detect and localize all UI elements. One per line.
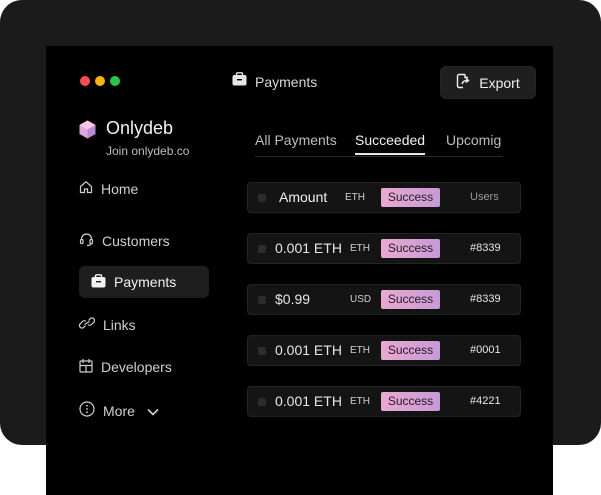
row-currency: ETH <box>350 396 370 407</box>
sidebar-item-payments[interactable]: Payments <box>79 266 209 298</box>
table-row[interactable]: $0.99 USD Success #8339 <box>247 284 521 315</box>
developers-icon <box>79 358 93 376</box>
row-user: #4221 <box>470 395 501 407</box>
row-checkbox[interactable] <box>258 296 266 304</box>
row-user: #8339 <box>470 242 501 254</box>
row-user: #8339 <box>470 293 501 305</box>
table-row[interactable]: 0.001 ETH ETH Success #4221 <box>247 386 521 417</box>
tab-bar: All Payments Succeeded Upcomig <box>255 132 503 158</box>
status-badge: Success <box>381 239 440 258</box>
home-icon <box>79 180 93 197</box>
chevron-down-icon <box>147 403 159 419</box>
more-icon <box>79 401 95 420</box>
page-title: Payments <box>255 73 318 90</box>
brand-name: Onlydeb <box>106 118 174 138</box>
export-icon <box>456 73 471 92</box>
briefcase-icon <box>91 273 106 291</box>
select-all-checkbox[interactable] <box>258 194 266 202</box>
tab-upcoming[interactable]: Upcomig <box>446 132 501 148</box>
row-checkbox[interactable] <box>258 398 266 406</box>
sidebar-item-links[interactable]: Links <box>78 316 136 333</box>
row-currency: USD <box>350 294 372 305</box>
app-window: Payments Export Onlydeb Join onlydeb.co <box>46 46 553 495</box>
maximize-window-button[interactable] <box>110 76 120 86</box>
sidebar-item-customers[interactable]: Customers <box>79 232 170 250</box>
brand-logo-icon <box>79 120 96 144</box>
row-amount: $0.99 <box>275 291 311 307</box>
column-header-currency: ETH <box>345 192 365 203</box>
close-window-button[interactable] <box>80 76 90 86</box>
sidebar-item-home[interactable]: Home <box>79 180 138 197</box>
row-amount: 0.001 ETH <box>275 240 342 256</box>
sidebar-item-label: Payments <box>114 274 177 290</box>
column-header-amount: Amount <box>279 189 328 205</box>
row-currency: ETH <box>350 345 370 356</box>
row-amount: 0.001 ETH <box>275 393 342 409</box>
status-badge: Success <box>381 341 440 360</box>
export-label: Export <box>479 74 520 91</box>
status-badge: Success <box>381 392 440 411</box>
column-header-user: Users <box>470 191 499 203</box>
sidebar-item-label: Customers <box>102 233 170 249</box>
tab-bar-track: All Payments Succeeded Upcomig <box>255 132 503 157</box>
sidebar-item-label: Home <box>101 180 139 197</box>
table-header-row: Amount ETH Success Users <box>247 182 521 213</box>
headset-icon <box>79 232 94 250</box>
page-header: Payments <box>232 72 317 91</box>
sidebar-item-more[interactable]: More <box>79 401 159 420</box>
tab-all-payments[interactable]: All Payments <box>255 132 337 148</box>
sidebar-item-label: Developers <box>101 359 172 375</box>
minimize-window-button[interactable] <box>95 76 105 86</box>
brand-subtitle: Join onlydeb.co <box>106 144 190 158</box>
row-currency: ETH <box>350 243 370 254</box>
table-row[interactable]: 0.001 ETH ETH Success #8339 <box>247 233 521 264</box>
export-button[interactable]: Export <box>440 66 536 99</box>
sidebar-item-developers[interactable]: Developers <box>79 358 172 376</box>
column-header-status: Success <box>381 188 440 207</box>
tab-succeeded[interactable]: Succeeded <box>355 132 426 155</box>
status-badge: Success <box>381 290 440 309</box>
row-checkbox[interactable] <box>258 245 266 253</box>
window-controls <box>80 76 120 86</box>
row-checkbox[interactable] <box>258 347 266 355</box>
sidebar-item-label: Links <box>103 316 136 333</box>
row-user: #0001 <box>470 344 501 356</box>
sidebar-item-label: More <box>103 402 135 419</box>
briefcase-icon <box>232 72 247 91</box>
row-amount: 0.001 ETH <box>275 342 342 358</box>
link-icon <box>78 316 96 333</box>
table-row[interactable]: 0.001 ETH ETH Success #0001 <box>247 335 521 366</box>
